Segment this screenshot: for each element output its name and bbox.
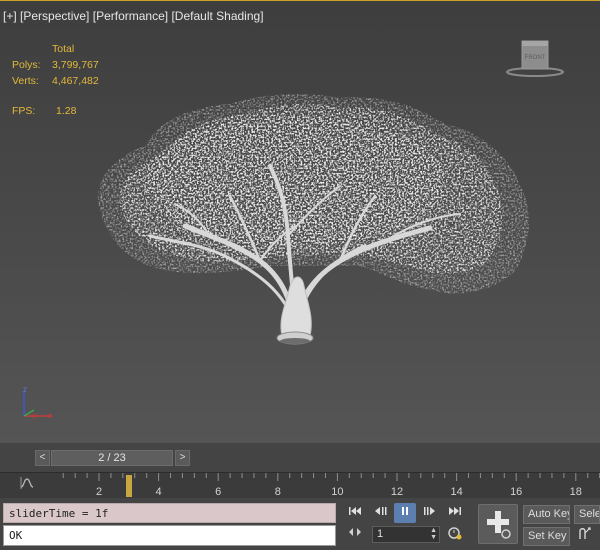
viewport-shading-menu[interactable]: [Default Shading]	[171, 9, 263, 23]
time-slider-row: < 2 / 23 >	[0, 449, 600, 469]
key-plus-icon	[487, 511, 511, 539]
axis-z-label: z	[23, 385, 27, 394]
track-bar[interactable]: 2 4 6 8 10 12 14 16 18	[0, 472, 600, 498]
verts-label: Verts:	[12, 75, 39, 87]
time-configuration-icon[interactable]	[444, 526, 466, 543]
fps-value: 1.28	[56, 105, 77, 117]
selected-dropdown[interactable]: Sele	[574, 505, 600, 524]
polys-value: 3,799,767	[52, 59, 99, 71]
timeline-ruler[interactable]: 2 4 6 8 10 12 14 16 18	[60, 473, 600, 499]
bottom-panel: < 2 / 23 > 2 4 6 8 10 12 14 16 18 sliderTime = 1…	[0, 443, 600, 550]
previous-frame-icon[interactable]	[369, 503, 391, 523]
statistics-overlay: Total Polys: 3,799,767 Verts: 4,467,482	[12, 41, 99, 89]
current-frame-field[interactable]: 1 ▲ ▼	[372, 526, 440, 543]
perspective-viewport[interactable]: [+] [Perspective] [Performance] [Default…	[0, 0, 600, 443]
maxscript-output[interactable]: sliderTime = 1f	[3, 503, 336, 523]
ruler-tick-label: 16	[510, 486, 522, 498]
stats-header: Total	[52, 43, 75, 55]
key-filters-icon[interactable]	[574, 525, 596, 545]
axis-tripod-icon: z y x	[23, 385, 52, 420]
ruler-ticks: 2 4 6 8 10 12 14 16 18	[62, 473, 600, 498]
ruler-tick-label: 6	[215, 486, 221, 498]
maxscript-input[interactable]: OK	[3, 525, 336, 546]
set-key-button[interactable]: Set Key	[523, 527, 570, 546]
viewport-point-of-view-menu[interactable]: [Perspective]	[20, 9, 89, 23]
time-slider[interactable]: 2 / 23	[51, 450, 173, 466]
fps-label: FPS:	[12, 105, 36, 117]
go-to-start-icon[interactable]	[344, 503, 366, 523]
maxscript-listener: sliderTime = 1f OK	[0, 501, 340, 550]
viewcube[interactable]: FRONT	[505, 39, 565, 81]
ruler-tick-label: 12	[391, 486, 403, 498]
next-frame-button[interactable]: >	[175, 450, 190, 466]
next-frame-icon[interactable]	[419, 503, 441, 523]
prev-frame-button[interactable]: <	[35, 450, 50, 466]
ruler-tick-label: 18	[570, 486, 582, 498]
ruler-tick-label: 2	[96, 486, 102, 498]
ruler-tick-label: 4	[156, 486, 162, 498]
frame-spinner-icon[interactable]: ▲ ▼	[430, 527, 437, 541]
axis-x-label: x	[48, 411, 52, 420]
playback-controls: 1 ▲ ▼	[342, 501, 470, 550]
axis-y-label: y	[32, 411, 36, 420]
current-time-marker[interactable]	[126, 475, 132, 497]
auto-key-button[interactable]: Auto Key	[523, 505, 570, 524]
current-frame-value: 1	[377, 528, 384, 540]
viewport-performance-menu[interactable]: [Performance]	[93, 9, 168, 23]
ruler-tick-label: 10	[331, 486, 343, 498]
ruler-tick-label: 14	[450, 486, 462, 498]
tree-model[interactable]	[90, 86, 540, 346]
viewport-label-menu: [+] [Perspective] [Performance] [Default…	[3, 9, 264, 23]
ruler-tick-label: 8	[275, 486, 281, 498]
key-mode-toggle-icon[interactable]	[344, 526, 366, 543]
play-pause-icon[interactable]	[394, 503, 416, 523]
curve-editor-icon[interactable]	[16, 476, 38, 494]
key-controls: Auto Key Sele Set Key	[470, 501, 600, 550]
polys-label: Polys:	[12, 59, 41, 71]
viewcube-face-label: FRONT	[525, 55, 546, 61]
go-to-end-icon[interactable]	[444, 503, 466, 523]
fps-readout: FPS: 1.28	[12, 105, 76, 117]
viewport-general-menu[interactable]: [+]	[3, 9, 17, 23]
set-keys-button[interactable]	[478, 504, 518, 544]
